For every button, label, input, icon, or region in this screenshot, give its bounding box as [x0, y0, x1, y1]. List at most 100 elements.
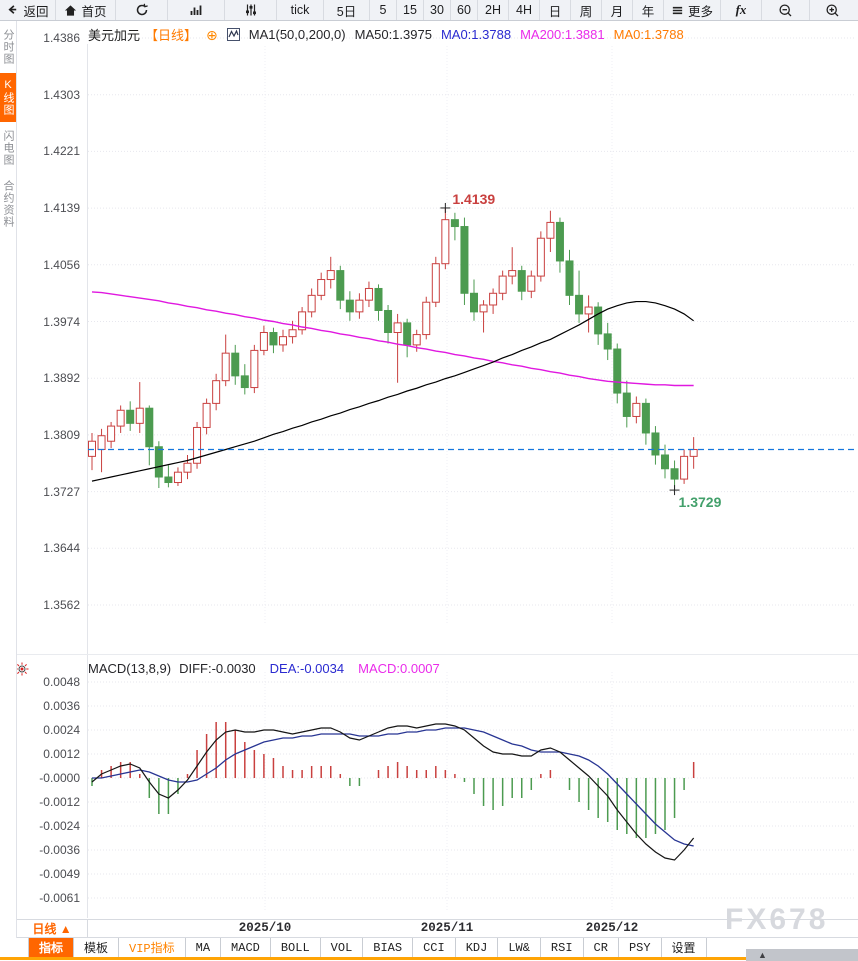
- refresh-button[interactable]: [116, 0, 168, 20]
- fx-icon: fx: [736, 2, 747, 18]
- period-year-label: 年: [642, 1, 655, 20]
- price-axis-label: 1.3974: [8, 315, 80, 329]
- tab-cci[interactable]: CCI: [413, 938, 456, 957]
- sliders-icon: [244, 3, 258, 17]
- tab-kdj[interactable]: KDJ: [456, 938, 499, 957]
- refresh-icon: [135, 3, 149, 17]
- period-month-button[interactable]: 月: [602, 0, 633, 20]
- macd-macd-value: MACD:0.0007: [358, 661, 440, 676]
- period-week-button[interactable]: 周: [571, 0, 602, 20]
- menu-icon: [671, 4, 684, 17]
- chart-type-icon[interactable]: [227, 28, 240, 41]
- period-month-label: 月: [611, 1, 624, 20]
- low-annotation: 1.3729: [679, 494, 722, 510]
- chart-app-window: 返回 首页 tick 5日 5 15 30 60 2H 4H 日 周 月 年 更…: [0, 0, 858, 961]
- tab-vol[interactable]: VOL: [321, 938, 364, 957]
- bar-chart-icon: [189, 3, 203, 17]
- price-axis-label: 1.3562: [8, 598, 80, 612]
- tab-indicator[interactable]: 指标: [29, 938, 74, 957]
- period-60-label: 60: [457, 3, 471, 17]
- period-4h-button[interactable]: 4H: [509, 0, 540, 20]
- price-axis-label: 1.4221: [8, 144, 80, 158]
- more-button[interactable]: 更多: [664, 0, 721, 20]
- tab-rsi[interactable]: RSI: [541, 938, 584, 957]
- chart-canvas: 1.4139 1.3729: [0, 0, 858, 961]
- ma200-value: MA200:1.3881: [520, 27, 605, 42]
- ma0-orange-value: MA0:1.3788: [614, 27, 684, 42]
- tab-lw[interactable]: LW&: [498, 938, 541, 957]
- macd-title: MACD(13,8,9): [88, 661, 171, 676]
- period-2h-button[interactable]: 2H: [478, 0, 509, 20]
- back-icon: [6, 4, 19, 17]
- macd-axis-label: 0.0036: [8, 699, 80, 713]
- main-chart-legend: 美元加元 【日线】 ⊕ MA1(50,0,200,0) MA50:1.3975 …: [88, 25, 684, 44]
- macd-settings-icon[interactable]: [16, 663, 29, 676]
- indicator-tabbar: 指标 模板 VIP指标 MA MACD BOLL VOL BIAS CCI KD…: [0, 938, 858, 957]
- fx-formula-button[interactable]: fx: [721, 0, 762, 20]
- ma50-value: MA50:1.3975: [355, 27, 432, 42]
- sidebar-item-contract-info[interactable]: 合约资料: [0, 174, 16, 234]
- period-30-button[interactable]: 30: [424, 0, 451, 20]
- tab-psy[interactable]: PSY: [619, 938, 662, 957]
- x-axis-date-label: 2025/10: [225, 921, 305, 935]
- tab-ma[interactable]: MA: [186, 938, 221, 957]
- period-tick-button[interactable]: tick: [277, 0, 324, 20]
- price-axis-label: 1.3727: [8, 485, 80, 499]
- x-axis-date-label: 2025/12: [572, 921, 652, 935]
- back-label: 返回: [23, 1, 48, 20]
- top-toolbar: 返回 首页 tick 5日 5 15 30 60 2H 4H 日 周 月 年 更…: [0, 0, 858, 21]
- sidebar-item-kline-chart[interactable]: K线图: [0, 73, 16, 122]
- tab-boll[interactable]: BOLL: [271, 938, 321, 957]
- tab-macd[interactable]: MACD: [221, 938, 271, 957]
- back-button[interactable]: 返回: [0, 0, 56, 20]
- tab-vip-indicator[interactable]: VIP指标: [119, 938, 186, 957]
- sidebar-item-time-chart[interactable]: 分时图: [0, 23, 16, 71]
- period-selector-button[interactable]: 日线 ▲: [17, 920, 88, 937]
- bottom-scrollbar[interactable]: ▲: [746, 949, 858, 961]
- macd-axis-label: -0.0049: [8, 867, 80, 881]
- period-5-label: 5: [380, 3, 387, 17]
- zoom-in-button[interactable]: [810, 0, 855, 20]
- tab-template[interactable]: 模板: [74, 938, 119, 957]
- period-5d-button[interactable]: 5日: [324, 0, 370, 20]
- period-5-button[interactable]: 5: [370, 0, 397, 20]
- period-15-label: 15: [403, 3, 417, 17]
- tab-settings[interactable]: 设置: [662, 938, 707, 957]
- home-icon: [64, 4, 77, 17]
- zoom-out-button[interactable]: [762, 0, 810, 20]
- home-label: 首页: [81, 1, 106, 20]
- sidebar-item-lightning-chart[interactable]: 闪电图: [0, 124, 16, 172]
- period-15-button[interactable]: 15: [397, 0, 424, 20]
- macd-dea-value: DEA:-0.0034: [270, 661, 344, 676]
- price-axis-label: 1.4386: [8, 31, 80, 45]
- tab-bias[interactable]: BIAS: [363, 938, 413, 957]
- ma-settings-label: MA1(50,0,200,0): [249, 27, 346, 42]
- period-year-button[interactable]: 年: [633, 0, 664, 20]
- price-axis-label: 1.4056: [8, 258, 80, 272]
- macd-axis-label: -0.0000: [8, 771, 80, 785]
- add-indicator-icon[interactable]: ⊕: [206, 28, 218, 42]
- period-2h-label: 2H: [485, 3, 501, 17]
- tab-cr[interactable]: CR: [584, 938, 619, 957]
- macd-axis-label: 0.0024: [8, 723, 80, 737]
- tabbar-underline: [0, 957, 746, 960]
- period-tag: 【日线】: [145, 25, 197, 44]
- up-arrow-icon: ▲: [758, 951, 767, 960]
- period-day-label: 日: [549, 1, 562, 20]
- more-label: 更多: [688, 1, 713, 20]
- indicator-settings-button[interactable]: [225, 0, 277, 20]
- zoom-out-icon: [778, 3, 793, 18]
- watermark: FX678: [725, 903, 828, 937]
- high-annotation: 1.4139: [452, 191, 495, 207]
- macd-axis-label: -0.0061: [8, 891, 80, 905]
- chart-style-button[interactable]: [168, 0, 225, 20]
- price-axis-label: 1.4139: [8, 201, 80, 215]
- period-day-button[interactable]: 日: [540, 0, 571, 20]
- price-axis-label: 1.3809: [8, 428, 80, 442]
- macd-axis-label: -0.0012: [8, 795, 80, 809]
- home-button[interactable]: 首页: [56, 0, 116, 20]
- period-4h-label: 4H: [516, 3, 532, 17]
- macd-legend: MACD(13,8,9) DIFF:-0.0030 DEA:-0.0034 MA…: [88, 661, 440, 676]
- x-axis-date-label: 2025/11: [407, 921, 487, 935]
- period-60-button[interactable]: 60: [451, 0, 478, 20]
